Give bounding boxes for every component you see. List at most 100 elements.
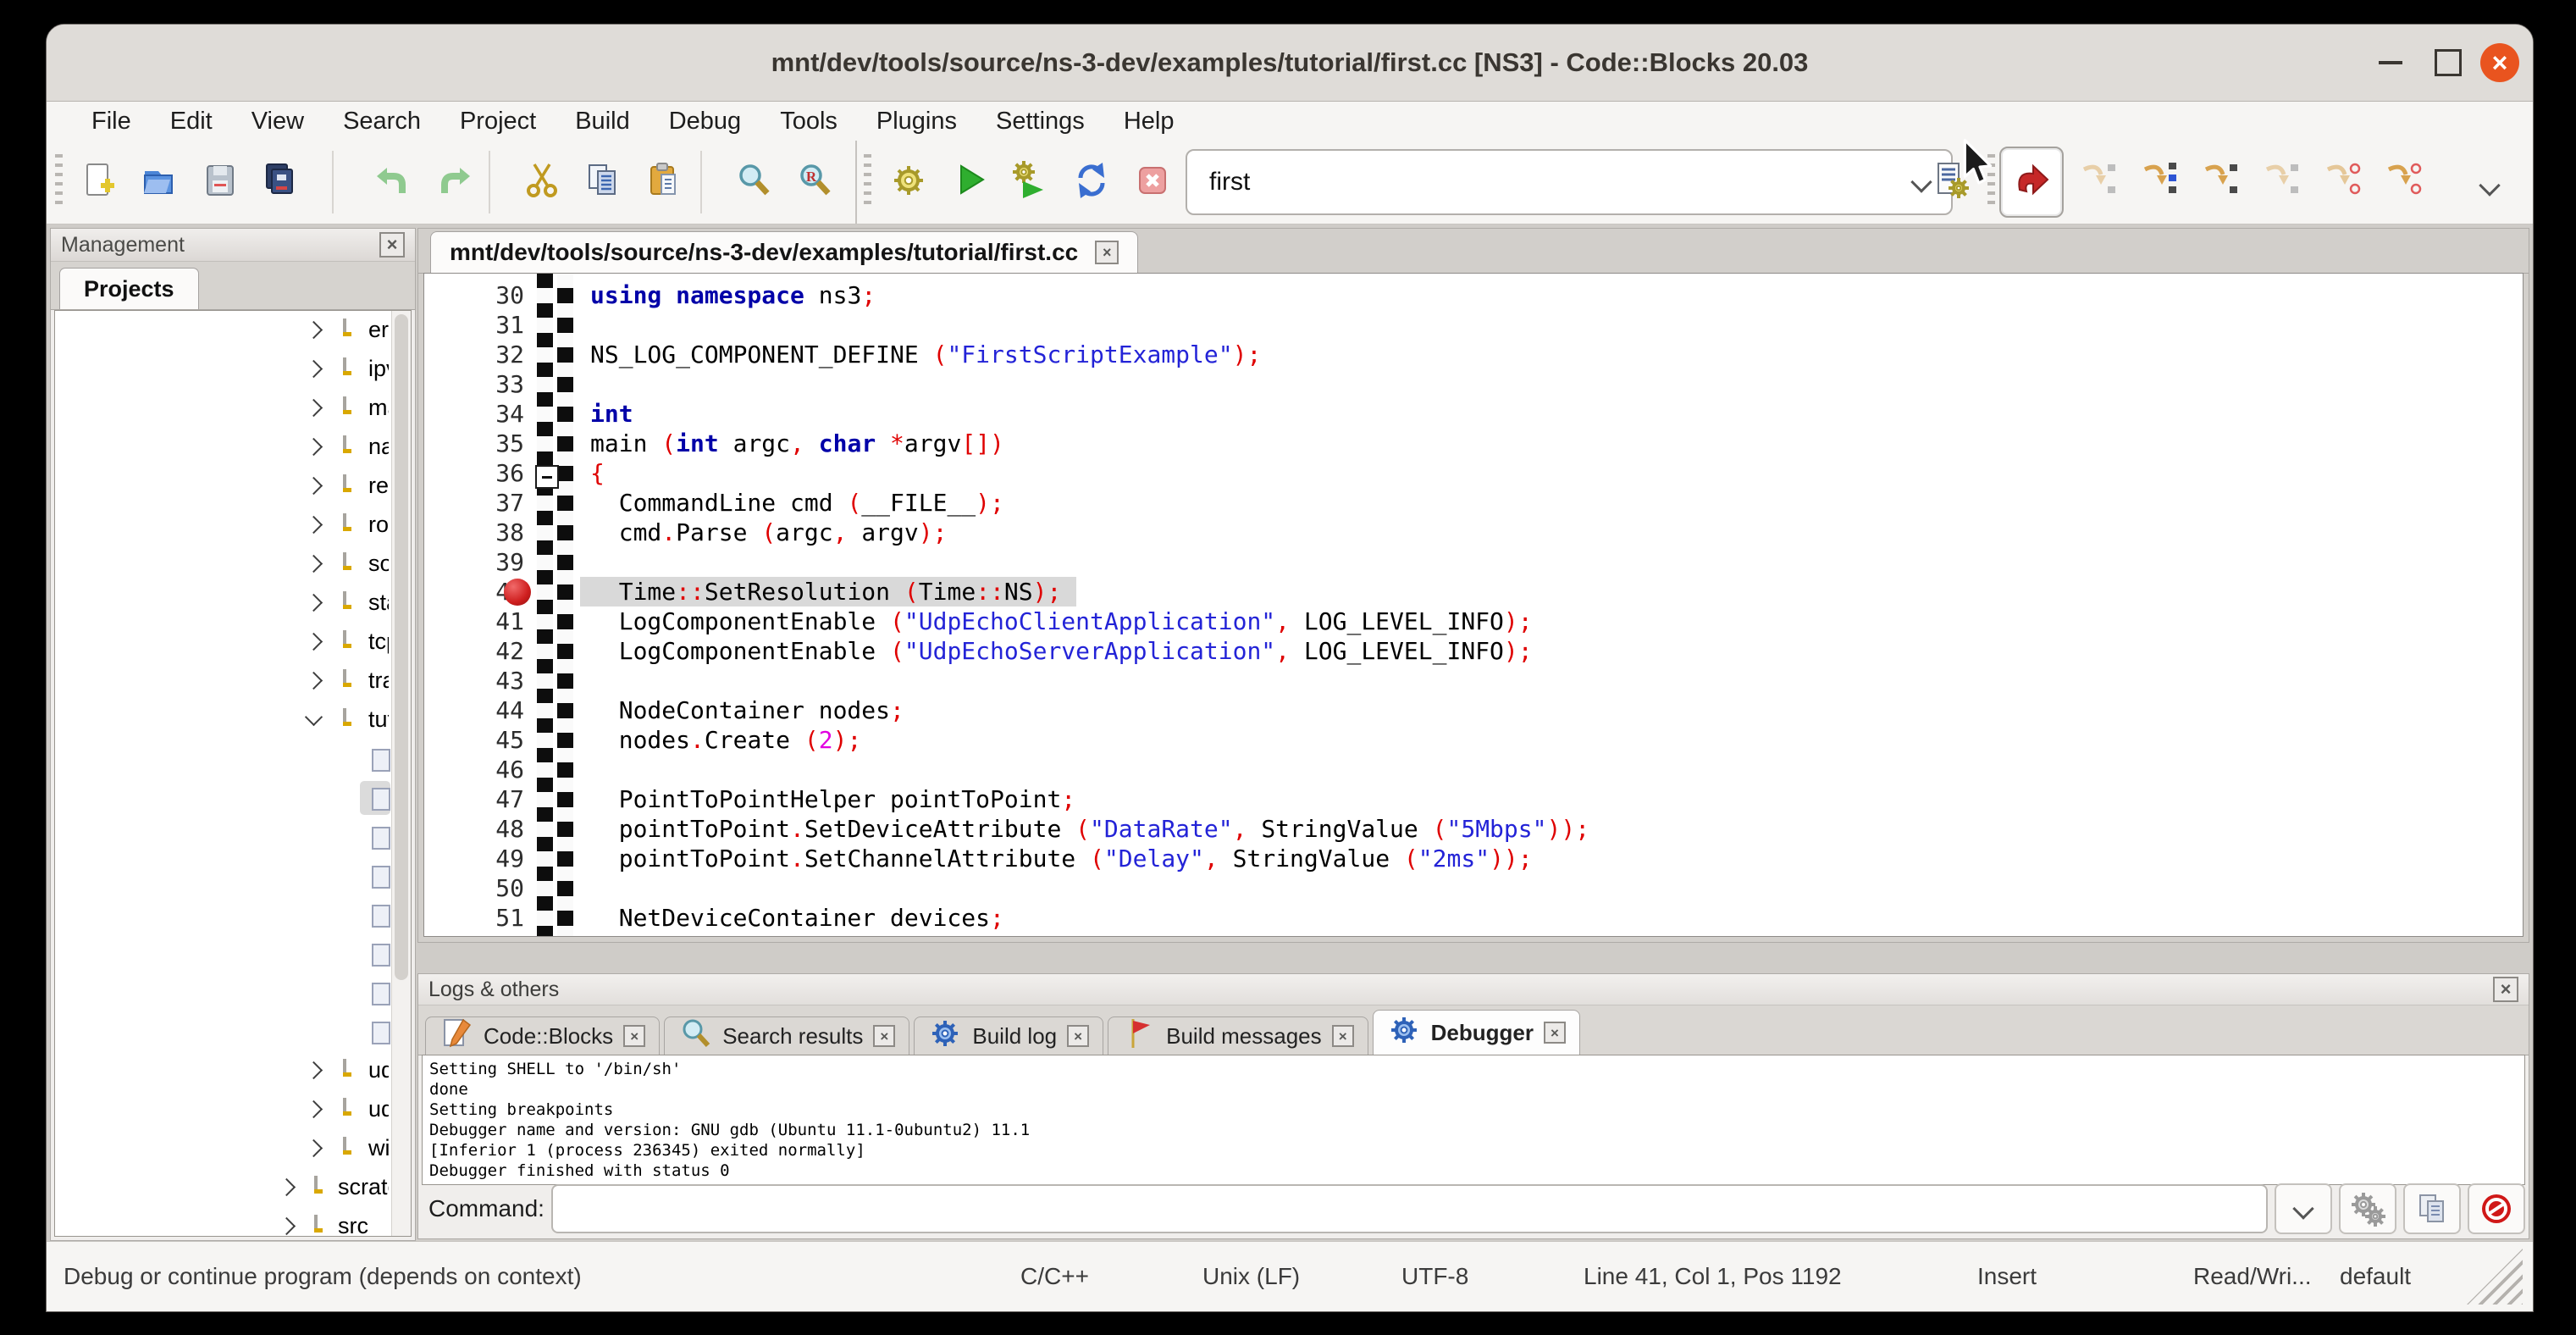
code-line-43[interactable]: 43	[424, 666, 2523, 695]
code-line-41[interactable]: 41 LogComponentEnable ("UdpEchoClientApp…	[424, 607, 2523, 636]
tree-scrollbar[interactable]	[391, 311, 411, 1236]
copy-button[interactable]	[575, 148, 631, 216]
log-tab-close-button[interactable]: ×	[1544, 1022, 1566, 1044]
step-into-button[interactable]	[2191, 148, 2247, 216]
code-line-34[interactable]: 34int	[424, 399, 2523, 429]
chevron-right-icon[interactable]	[305, 1061, 323, 1079]
menu-edit[interactable]: Edit	[151, 108, 232, 136]
tree-item-sock-6[interactable]: sock	[55, 545, 411, 584]
step-out-button[interactable]	[2252, 148, 2308, 216]
save-file-button[interactable]	[192, 148, 248, 216]
tree-item-ipv6-1[interactable]: ipv6	[55, 350, 411, 389]
abort-build-button[interactable]	[1125, 148, 1180, 216]
tree-item-src-23[interactable]: src	[55, 1207, 411, 1237]
chevron-down-icon[interactable]	[2479, 174, 2500, 196]
build-and-run-button[interactable]	[1003, 148, 1059, 216]
menu-settings[interactable]: Settings	[976, 108, 1104, 136]
next-line-button[interactable]	[2130, 148, 2186, 216]
replace-button[interactable]: R	[787, 148, 843, 216]
code-line-50[interactable]: 50	[424, 873, 2523, 903]
undo-button[interactable]	[365, 148, 421, 216]
code-line-39[interactable]: 39	[424, 547, 2523, 577]
chevron-right-icon[interactable]	[305, 555, 323, 573]
build-button[interactable]	[881, 148, 937, 216]
log-tab-close-button[interactable]: ×	[1332, 1025, 1354, 1047]
tree-item-rout-5[interactable]: rout	[55, 506, 411, 545]
copy-log-button[interactable]	[2403, 1183, 2461, 1234]
menu-file[interactable]: File	[72, 108, 151, 136]
menu-debug[interactable]: Debug	[650, 108, 760, 136]
tree-item-six-17[interactable]: six	[55, 973, 411, 1012]
log-tab-build-messages[interactable]: Build messages×	[1108, 1016, 1368, 1055]
run-button[interactable]	[942, 148, 998, 216]
stop-debugger-button[interactable]	[2468, 1183, 2525, 1234]
code-line-32[interactable]: 32NS_LOG_COMPONENT_DEFINE ("FirstScriptE…	[424, 340, 2523, 369]
menu-plugins[interactable]: Plugins	[857, 108, 976, 136]
chevron-right-icon[interactable]	[305, 516, 323, 534]
code-line-47[interactable]: 47 PointToPointHelper pointToPoint;	[424, 784, 2523, 814]
debug-continue-button[interactable]	[1999, 147, 2064, 218]
log-tab-close-button[interactable]: ×	[1067, 1025, 1089, 1047]
toolbar-grip[interactable]	[864, 154, 871, 210]
code-line-36[interactable]: 36{	[424, 458, 2523, 488]
run-to-cursor-button[interactable]	[2069, 148, 2125, 216]
code-line-40[interactable]: 40 Time::SetResolution (Time::NS);	[424, 577, 2523, 607]
code-line-52[interactable]: 52 devices = pointToPoint.Install (nodes…	[424, 933, 2523, 937]
rebuild-button[interactable]	[1064, 148, 1119, 216]
toolbar-grip[interactable]	[55, 154, 63, 210]
chevron-right-icon[interactable]	[305, 594, 323, 612]
chevron-right-icon[interactable]	[305, 633, 323, 651]
tree-item-fir-12[interactable]: fir	[55, 778, 411, 817]
log-tab-build-log[interactable]: Build log×	[914, 1016, 1103, 1055]
tree-item-he-14[interactable]: he	[55, 856, 411, 895]
tree-item-fif-11[interactable]: fif	[55, 740, 411, 778]
code-line-33[interactable]: 33	[424, 369, 2523, 399]
build-target-combo[interactable]: first	[1186, 149, 1953, 215]
chevron-right-icon[interactable]	[278, 1178, 296, 1196]
tree-item-se-16[interactable]: se	[55, 934, 411, 973]
command-input[interactable]	[551, 1184, 2268, 1233]
chevron-right-icon[interactable]	[278, 1217, 296, 1235]
code-line-30[interactable]: 30using namespace ns3;	[424, 280, 2523, 310]
editor-tab-close-button[interactable]: ×	[1095, 241, 1119, 264]
fold-marker[interactable]	[535, 465, 559, 489]
project-tree[interactable]: erroipv6matnamreallroutsockstattcptraflt…	[54, 310, 412, 1237]
debug-settings-button[interactable]	[2339, 1183, 2396, 1234]
tree-item-udp-19[interactable]: udp	[55, 1051, 411, 1090]
code-line-35[interactable]: 35main (int argc, char *argv[])	[424, 429, 2523, 458]
titlebar[interactable]: mnt/dev/tools/source/ns-3-dev/examples/t…	[47, 25, 2533, 102]
new-file-button[interactable]	[70, 148, 126, 216]
tree-item-nam-3[interactable]: nam	[55, 428, 411, 467]
menu-help[interactable]: Help	[1104, 108, 1194, 136]
tree-item-scratch-22[interactable]: scratch	[55, 1168, 411, 1207]
menu-project[interactable]: Project	[440, 108, 556, 136]
chevron-right-icon[interactable]	[305, 1100, 323, 1118]
find-button[interactable]	[726, 148, 782, 216]
log-tab-code-blocks[interactable]: Code::Blocks×	[425, 1016, 660, 1055]
tree-item-reall-4[interactable]: reall	[55, 467, 411, 506]
redo-button[interactable]	[426, 148, 482, 216]
chevron-right-icon[interactable]	[305, 399, 323, 417]
next-instruction-button[interactable]	[2313, 148, 2369, 216]
code-line-44[interactable]: 44 NodeContainer nodes;	[424, 695, 2523, 725]
log-tab-close-button[interactable]: ×	[623, 1025, 645, 1047]
menu-view[interactable]: View	[232, 108, 323, 136]
open-file-button[interactable]	[131, 148, 187, 216]
close-button[interactable]: ×	[2474, 25, 2526, 101]
code-line-42[interactable]: 42 LogComponentEnable ("UdpEchoServerApp…	[424, 636, 2523, 666]
tree-item-wire-21[interactable]: wire	[55, 1129, 411, 1168]
menu-search[interactable]: Search	[323, 108, 440, 136]
code-line-37[interactable]: 37 CommandLine cmd (__FILE__);	[424, 488, 2523, 518]
code-line-38[interactable]: 38 cmd.Parse (argc, argv);	[424, 518, 2523, 547]
step-into-instruction-button[interactable]	[2374, 148, 2430, 216]
debugger-log-view[interactable]: Setting SHELL to '/bin/sh'doneSetting br…	[422, 1055, 2525, 1185]
log-tab-search-results[interactable]: Search results×	[664, 1016, 909, 1055]
tab-projects[interactable]: Projects	[59, 268, 199, 309]
tree-item-se-15[interactable]: se	[55, 895, 411, 934]
maximize-button[interactable]	[2423, 25, 2474, 101]
chevron-right-icon[interactable]	[305, 1139, 323, 1157]
tree-item-mat-2[interactable]: mat	[55, 389, 411, 428]
code-line-49[interactable]: 49 pointToPoint.SetChannelAttribute ("De…	[424, 844, 2523, 873]
tree-item-tuto-10[interactable]: tuto	[55, 701, 411, 740]
breakpoint-marker[interactable]	[504, 579, 531, 606]
